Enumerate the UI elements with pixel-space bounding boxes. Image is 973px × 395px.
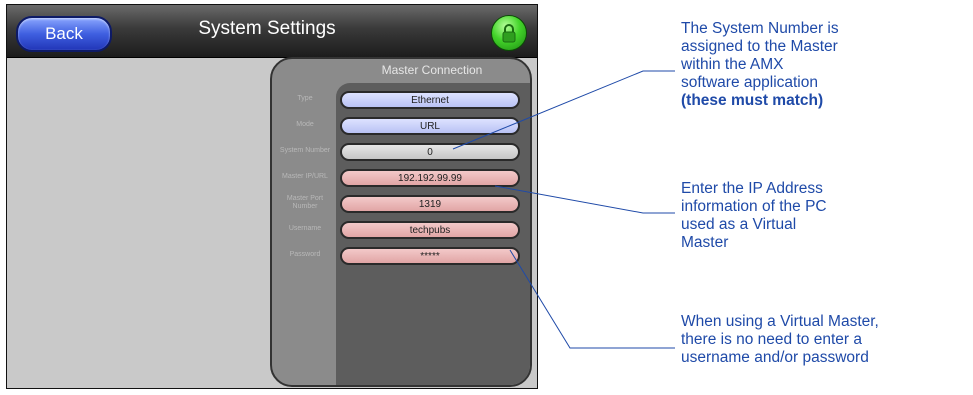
callout-text-line: software application [681, 74, 818, 91]
callout-text-line: used as a Virtual [681, 216, 797, 233]
leader-line-system-number [452, 70, 675, 150]
callout-text-line: within the AMX [681, 56, 784, 73]
leader-line-ip-address [494, 185, 675, 214]
callout-system-number: The System Number is assigned to the Mas… [681, 20, 839, 110]
callout-virtual-master: When using a Virtual Master, there is no… [681, 313, 879, 367]
callout-text-line: username and/or password [681, 349, 869, 366]
callout-text-line: The System Number is [681, 20, 839, 37]
callout-ip-address: Enter the IP Address information of the … [681, 180, 827, 252]
callout-text-line: assigned to the Master [681, 38, 838, 55]
callout-text-line: there is no need to enter a [681, 331, 862, 348]
callout-text-line: Master [681, 234, 729, 251]
callout-text-line: Enter the IP Address [681, 180, 823, 197]
callout-bold-line: (these must match) [681, 92, 824, 109]
leader-line-username [509, 249, 675, 349]
callout-text-line: When using a Virtual Master, [681, 313, 879, 330]
callout-text-line: information of the PC [681, 198, 827, 215]
